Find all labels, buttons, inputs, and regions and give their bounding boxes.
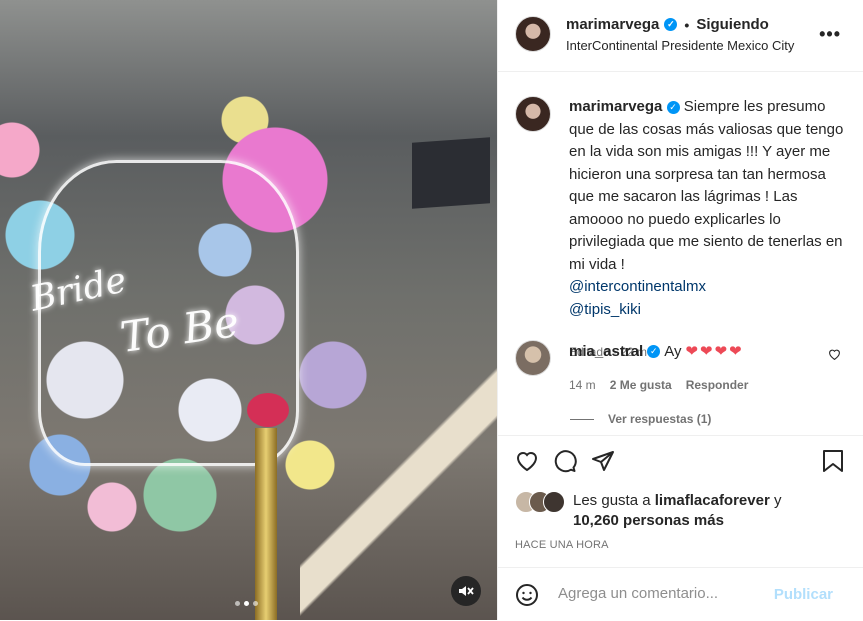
volume-muted-icon (459, 586, 474, 596)
verified-badge-icon: ✓ (666, 101, 680, 114)
post-actions-section: Les gusta a limaflacaforever y 10,260 pe… (498, 435, 863, 551)
comment-likes[interactable]: 2 Me gusta (610, 378, 672, 392)
post-caption: marimarvega ✓ Siempre les presumo que de… (515, 96, 845, 364)
comment-hearts: ❤❤❤❤ (685, 343, 744, 360)
replies-line (570, 418, 594, 420)
likes-prefix: Les gusta a (573, 492, 651, 509)
author-line: marimarvega ✓ • Siguiendo (566, 16, 769, 33)
comment-reply-button[interactable]: Responder (686, 378, 749, 392)
golden-stand (255, 428, 277, 620)
post-header: marimarvega ✓ • Siguiendo InterContinent… (498, 0, 863, 72)
comment-icon[interactable] (553, 449, 577, 473)
author-username[interactable]: marimarvega (566, 16, 659, 33)
publish-button[interactable]: Publicar (774, 586, 833, 603)
commenter-username[interactable]: mia_astral (569, 343, 643, 360)
mention-tipis-kiki[interactable]: @tipis_kiki (569, 299, 845, 322)
flower-bouquet (247, 393, 289, 427)
heart-icon[interactable] (515, 449, 539, 473)
action-icons (515, 449, 615, 473)
comment-composer: Publicar (498, 567, 863, 621)
mention-intercontinental[interactable]: @intercontinentalmx (569, 276, 845, 299)
verified-badge-icon: ✓ (664, 18, 678, 31)
post-media[interactable]: Bride To Be (0, 0, 497, 620)
post-timestamp[interactable]: HACE UNA HORA (515, 539, 609, 551)
comment-like-icon[interactable] (828, 348, 841, 361)
caption-text: Siempre les presumo que de las cosas más… (569, 98, 844, 273)
caption-username[interactable]: marimarvega (569, 98, 662, 115)
share-icon[interactable] (591, 449, 615, 473)
author-avatar[interactable] (515, 16, 551, 52)
verified-badge-icon: ✓ (647, 344, 661, 358)
mute-button[interactable] (451, 576, 481, 606)
background-tv (412, 137, 490, 209)
emoji-icon[interactable] (515, 583, 539, 607)
comment-item: mia_astral ✓ Ay ❤❤❤❤ 14 m 2 Me gusta Res… (515, 340, 845, 392)
likes-count[interactable]: 10,260 personas más (573, 512, 724, 529)
comment-input[interactable] (556, 584, 770, 603)
more-options-icon[interactable]: ••• (819, 24, 841, 45)
save-bookmark-icon[interactable] (822, 449, 844, 473)
view-replies-label: Ver respuestas (1) (608, 412, 712, 426)
post-detail-panel: marimarvega ✓ • Siguiendo InterContinent… (497, 0, 863, 620)
likes-connector: y (773, 492, 782, 509)
post-location[interactable]: InterContinental Presidente Mexico City (566, 38, 794, 53)
header-separator: • (684, 16, 690, 33)
liker-username[interactable]: limaflacaforever (655, 492, 770, 509)
commenter-avatar[interactable] (515, 340, 551, 376)
media-carousel-dots (235, 601, 258, 606)
comment-text: Ay (664, 342, 682, 360)
caption-avatar[interactable] (515, 96, 551, 132)
following-button[interactable]: Siguiendo (696, 16, 769, 33)
comment-time: 14 m (569, 378, 596, 392)
liker-avatars[interactable] (515, 491, 565, 513)
view-replies-button[interactable]: Ver respuestas (1) (570, 412, 711, 426)
likes-summary: Les gusta a limaflacaforever y 10,260 pe… (515, 491, 781, 531)
